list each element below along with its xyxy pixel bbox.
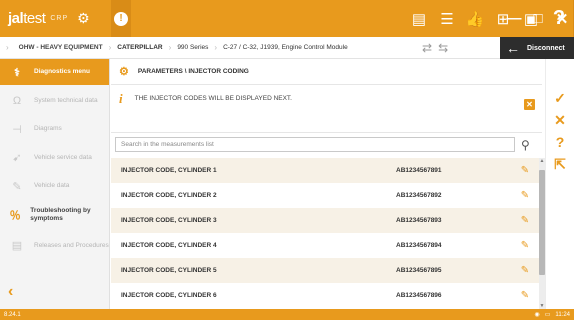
table-row[interactable]: INJECTOR CODE, CYLINDER 2 AB1234567892 ✎ xyxy=(111,183,539,208)
breadcrumb-item[interactable]: CATERPILLAR xyxy=(111,44,168,51)
pencil-icon[interactable]: ✎ xyxy=(516,265,534,276)
sidebar: ⚕ Diagnostics menu Ω System technical da… xyxy=(0,59,110,309)
sidebar-item-diagrams[interactable]: ⊣ Diagrams xyxy=(0,116,109,142)
wrench-icon: ✎ xyxy=(12,180,22,193)
chevron-left-icon[interactable]: ‹ xyxy=(8,283,13,301)
table-row[interactable]: INJECTOR CODE, CYLINDER 4 AB1234567894 ✎ xyxy=(111,233,539,258)
app-window: jaltest CRP ⚙ ! ▤ ☰ 👍 ⊞ ▣ ? ⠿ — □ ✕ › OH… xyxy=(0,0,574,320)
wifi-icon: ◉ xyxy=(534,312,540,318)
troubleshoot-icon: ％ xyxy=(9,209,21,222)
table-row[interactable]: INJECTOR CODE, CYLINDER 1 AB1234567891 ✎ xyxy=(111,158,539,183)
sidebar-item-label: Troubleshooting by symptoms xyxy=(30,206,91,222)
row-code: AB1234567892 xyxy=(396,192,442,199)
measurements-table: INJECTOR CODE, CYLINDER 1 AB1234567891 ✎… xyxy=(111,158,539,309)
service-icon: ➹ xyxy=(12,152,22,164)
breadcrumb-item[interactable]: 990 Series xyxy=(171,44,214,51)
export-icon[interactable]: ⇱ xyxy=(546,153,574,175)
cancel-x-icon[interactable]: ✕ xyxy=(546,109,574,131)
logo-text: jaltest xyxy=(8,10,46,27)
gear-logo-icon: ⚙ xyxy=(77,10,90,26)
pencil-icon[interactable]: ✎ xyxy=(516,240,534,251)
pencil-icon[interactable]: ✎ xyxy=(516,165,534,176)
cog-icon: ⚙ xyxy=(119,66,129,78)
row-name: INJECTOR CODE, CYLINDER 5 xyxy=(121,267,217,274)
diagram-icon: ⊣ xyxy=(12,123,22,136)
close-message-icon[interactable]: ✕ xyxy=(524,99,535,110)
sidebar-item-troubleshooting[interactable]: ％ Troubleshooting by symptoms xyxy=(0,199,109,230)
breadcrumb: › OHW - HEAVY EQUIPMENT › CATERPILLAR › … xyxy=(0,37,574,59)
row-code: AB1234567891 xyxy=(396,167,442,174)
clock-text: 11:24 xyxy=(555,311,570,318)
row-name: INJECTOR CODE, CYLINDER 4 xyxy=(121,242,217,249)
sidebar-item-label: Diagnostics menu xyxy=(34,68,90,75)
logo-main: jal xyxy=(8,10,24,27)
help-question-icon[interactable]: ? xyxy=(546,131,574,153)
sidebar-item-label: Vehicle data xyxy=(34,182,70,189)
row-code: AB1234567895 xyxy=(396,267,442,274)
sidebar-item-system-technical-data[interactable]: Ω System technical data xyxy=(0,85,109,116)
version-text: 8.24.1 xyxy=(4,311,21,318)
list-icon[interactable]: ☰ xyxy=(433,0,461,37)
row-code: AB1234567893 xyxy=(396,217,442,224)
omega-icon: Ω xyxy=(12,94,22,107)
pencil-icon[interactable]: ✎ xyxy=(516,190,534,201)
diagnostics-icon: ⚕ xyxy=(14,66,20,79)
sidebar-item-label: System technical data xyxy=(34,96,98,104)
thumb-up-icon[interactable]: 👍 xyxy=(461,0,489,37)
alert-icon: ! xyxy=(114,11,128,26)
logo: jaltest CRP ⚙ xyxy=(0,0,111,37)
logo-sub: CRP xyxy=(50,15,69,22)
sidebar-item-diagnostics-menu[interactable]: ⚕ Diagnostics menu xyxy=(0,59,109,85)
table-row[interactable]: INJECTOR CODE, CYLINDER 5 AB1234567895 ✎ xyxy=(111,258,539,283)
row-name: INJECTOR CODE, CYLINDER 2 xyxy=(121,192,217,199)
disconnect-button[interactable]: ← Disconnect xyxy=(500,37,574,59)
disconnect-label: Disconnect xyxy=(527,44,565,52)
arrow-left-icon: ← xyxy=(506,40,520,56)
status-bar: 8.24.1 ◉ ▭ 11:24 xyxy=(0,309,574,320)
row-name: INJECTOR CODE, CYLINDER 3 xyxy=(121,217,217,224)
search-input[interactable] xyxy=(115,137,515,152)
maximize-icon[interactable]: □ xyxy=(526,0,550,37)
connection-status-icon: ⇄ xyxy=(422,41,433,55)
procedures-icon: ▤ xyxy=(11,240,23,252)
info-text: THE INJECTOR CODES WILL BE DISPLAYED NEX… xyxy=(134,95,292,102)
top-bar: jaltest CRP ⚙ ! ▤ ☰ 👍 ⊞ ▣ ? ⠿ — □ ✕ xyxy=(0,0,574,37)
info-message: i THE INJECTOR CODES WILL BE DISPLAYED N… xyxy=(111,85,542,133)
row-name: INJECTOR CODE, CYLINDER 6 xyxy=(121,292,217,299)
page-title: ⚙ PARAMETERS \ INJECTOR CODING xyxy=(111,59,542,85)
sidebar-item-label: Diagrams xyxy=(34,125,62,132)
minimize-icon[interactable]: — xyxy=(502,0,526,37)
table-row[interactable]: INJECTOR CODE, CYLINDER 3 AB1234567893 ✎ xyxy=(111,208,539,233)
page-title-text: PARAMETERS \ INJECTOR CODING xyxy=(137,68,249,75)
confirm-check-icon[interactable]: ✓ xyxy=(546,87,574,109)
breadcrumb-separator-icon: › xyxy=(6,43,9,52)
pencil-icon[interactable]: ✎ xyxy=(516,290,534,301)
sidebar-item-vehicle-service-data[interactable]: ➹ Vehicle service data xyxy=(0,142,109,173)
row-name: INJECTOR CODE, CYLINDER 1 xyxy=(121,167,217,174)
action-column: ✓ ✕ ? ⇱ xyxy=(545,59,574,309)
link-status-icon: ⇆ xyxy=(438,41,449,55)
window-controls: — □ ✕ xyxy=(502,0,574,37)
row-code: AB1234567896 xyxy=(396,292,442,299)
status-icons: ◉ ▭ 11:24 xyxy=(535,309,571,320)
pencil-icon[interactable]: ✎ xyxy=(516,215,534,226)
search-icon[interactable]: ⚲ xyxy=(521,138,530,152)
sidebar-item-releases-procedures[interactable]: ▤ Releases and Procedures xyxy=(0,230,109,261)
sidebar-item-vehicle-data[interactable]: ✎ Vehicle data xyxy=(0,173,109,199)
logo-light: test xyxy=(23,10,46,27)
sidebar-item-label: Vehicle service data xyxy=(34,153,92,161)
breadcrumb-item[interactable]: C-27 / C-32, J1939, Engine Control Modul… xyxy=(217,44,354,51)
info-icon: i xyxy=(119,91,123,106)
alert-button[interactable]: ! xyxy=(111,0,131,37)
search-row: ⚲ xyxy=(111,133,542,156)
table-row[interactable]: INJECTOR CODE, CYLINDER 6 AB1234567896 ✎ xyxy=(111,283,539,308)
main-panel: ⚙ PARAMETERS \ INJECTOR CODING i THE INJ… xyxy=(111,59,545,309)
breadcrumb-item[interactable]: OHW - HEAVY EQUIPMENT xyxy=(9,44,109,51)
row-code: AB1234567894 xyxy=(396,242,442,249)
connection-icons: ⇄ ⇆ xyxy=(422,37,448,59)
report-icon[interactable]: ▤ xyxy=(405,0,433,37)
battery-icon: ▭ xyxy=(544,312,551,318)
sidebar-item-label: Releases and Procedures xyxy=(34,241,109,249)
close-icon[interactable]: ✕ xyxy=(550,0,574,37)
